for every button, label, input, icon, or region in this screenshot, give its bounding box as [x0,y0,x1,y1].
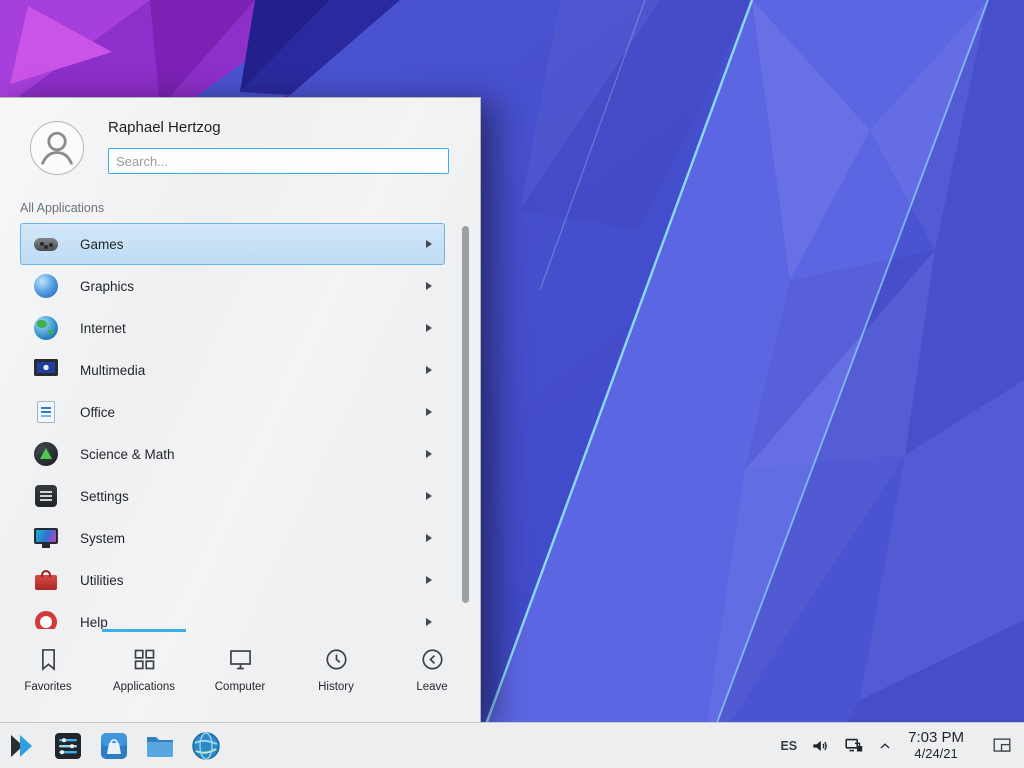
section-label: All Applications [20,201,104,215]
category-label: Settings [80,489,129,504]
discover-icon[interactable] [98,730,130,762]
keyboard-layout-indicator[interactable]: ES [780,739,797,753]
app-category-internet[interactable]: Internet [20,307,445,349]
chevron-right-icon [426,240,432,248]
tray-expander-caret-up-icon[interactable] [878,739,892,753]
search-input[interactable] [108,148,449,174]
history-icon [323,646,350,673]
chevron-right-icon [426,408,432,416]
category-label: Science & Math [80,447,175,462]
tab-computer[interactable]: Computer [192,629,288,723]
show-desktop-icon [990,735,1014,757]
category-label: Help [80,615,108,630]
tab-leave[interactable]: Leave [384,629,480,723]
category-label: Multimedia [80,363,145,378]
tab-label: Computer [215,681,266,693]
games-icon [32,230,60,258]
category-label: Graphics [80,279,134,294]
app-category-games[interactable]: Games [20,223,445,265]
clock-date: 4/24/21 [908,747,964,762]
chevron-right-icon [426,492,432,500]
chevron-right-icon [426,450,432,458]
graphics-icon [32,272,60,300]
tab-label: Applications [113,681,175,693]
scrollbar-thumb[interactable] [462,226,469,603]
app-category-settings[interactable]: Settings [20,475,445,517]
utilities-icon [32,566,60,594]
chevron-right-icon [426,618,432,626]
chevron-right-icon [426,576,432,584]
show-desktop-button[interactable] [990,735,1014,757]
web-browser-icon[interactable] [190,730,222,762]
multimedia-icon [32,356,60,384]
app-category-science-math[interactable]: Science & Math [20,433,445,475]
chevron-right-icon [426,282,432,290]
system-tray: ES [780,735,892,757]
system-tray-area: ES 7:03 PM 4/24/21 [780,730,1024,761]
leave-icon [419,646,446,673]
desktop[interactable]: Raphael Hertzog All Applications Games G… [0,0,1024,768]
user-avatar[interactable] [30,121,84,175]
tab-favorites[interactable]: Favorites [0,629,96,723]
help-icon [32,608,60,629]
app-category-graphics[interactable]: Graphics [20,265,445,307]
science-icon [32,440,60,468]
office-icon [32,398,60,426]
kickoff-icon[interactable] [6,730,38,762]
chevron-right-icon [426,366,432,374]
chevron-right-icon [426,324,432,332]
category-label: Internet [80,321,126,336]
system-icon [32,524,60,552]
app-category-list: Games Graphics Internet Multimedia Offic… [0,223,480,629]
tab-label: Leave [416,681,447,693]
chevron-right-icon [426,534,432,542]
category-label: Office [80,405,115,420]
tab-label: Favorites [24,681,71,693]
launcher-tab-bar: Favorites Applications Computer History … [0,629,480,723]
category-label: Utilities [80,573,124,588]
app-category-utilities[interactable]: Utilities [20,559,445,601]
settings-app-icon[interactable] [52,730,84,762]
app-category-office[interactable]: Office [20,391,445,433]
taskbar-app-icons [0,730,222,762]
tab-label: History [318,681,354,693]
settings-icon [32,482,60,510]
tab-history[interactable]: History [288,629,384,723]
clock-time: 7:03 PM [908,730,964,747]
digital-clock[interactable]: 7:03 PM 4/24/21 [908,730,964,761]
apps-grid-icon [131,646,158,673]
bookmark-icon [35,646,62,673]
network-icon[interactable] [843,735,865,757]
category-label: Games [80,237,124,252]
app-category-multimedia[interactable]: Multimedia [20,349,445,391]
volume-icon[interactable] [810,736,830,756]
category-label: System [80,531,125,546]
app-category-help[interactable]: Help [20,601,445,629]
internet-icon [32,314,60,342]
tab-applications[interactable]: Applications [96,629,192,723]
computer-icon [227,646,254,673]
app-category-system[interactable]: System [20,517,445,559]
application-launcher-popup: Raphael Hertzog All Applications Games G… [0,97,481,722]
user-name: Raphael Hertzog [108,119,221,136]
taskbar-panel: ES 7:03 PM 4/24/21 [0,722,1024,768]
file-manager-icon[interactable] [144,730,176,762]
